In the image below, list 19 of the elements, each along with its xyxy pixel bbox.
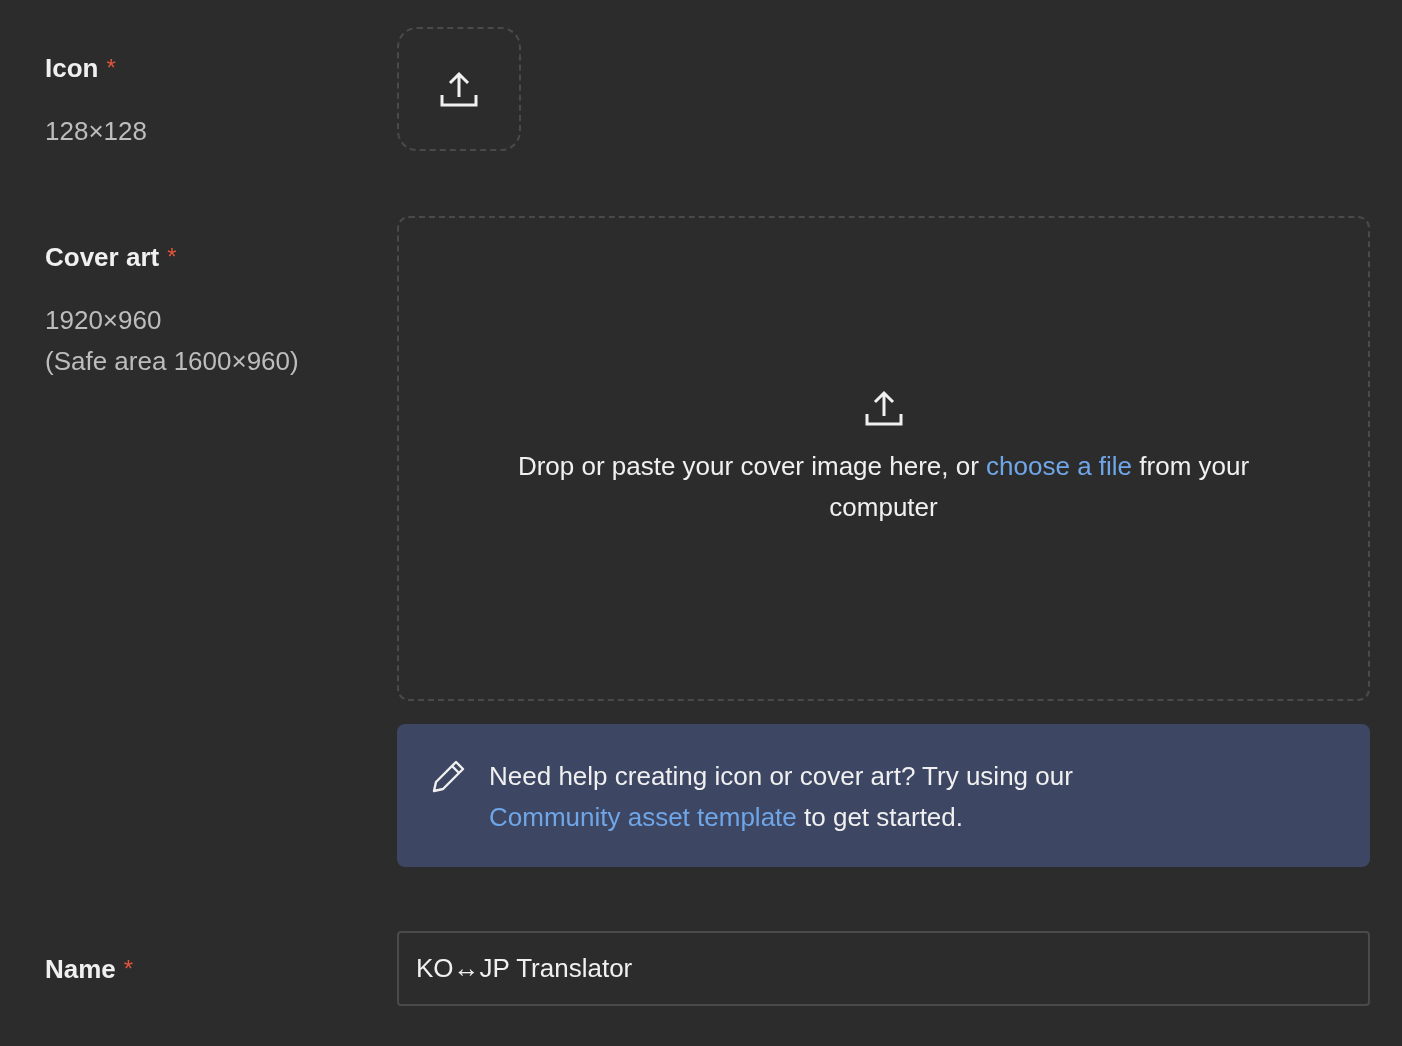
cover-drop-zone[interactable]: Drop or paste your cover image here, or choose a file from your computer (397, 216, 1370, 701)
field-label: Cover art (45, 242, 160, 272)
upload-icon (864, 389, 903, 426)
choose-file-link[interactable]: choose a file (986, 450, 1133, 481)
pencil-icon (431, 758, 467, 794)
upload-icon (440, 71, 478, 107)
field-label: Name (45, 954, 116, 984)
icon-upload-area[interactable] (397, 27, 521, 151)
required-mark: * (123, 955, 134, 982)
size-hint: (Safe area 1600×960) (45, 345, 300, 378)
size-hint: 128×128 (45, 115, 148, 148)
name-field[interactable]: KO↔JP Translator (397, 931, 1370, 1006)
template-link[interactable]: Community asset template (489, 802, 797, 832)
help-text: Need help creating icon or cover art? Try using our Community asset template to get started. (489, 760, 1074, 834)
drop-instructions: Drop or paste your cover image here, or choose a file from your computer (516, 449, 1251, 524)
required-mark: * (106, 54, 116, 81)
size-hint: 1920×960 (45, 304, 163, 337)
field-label: Icon (45, 53, 99, 83)
required-mark: * (167, 243, 177, 270)
